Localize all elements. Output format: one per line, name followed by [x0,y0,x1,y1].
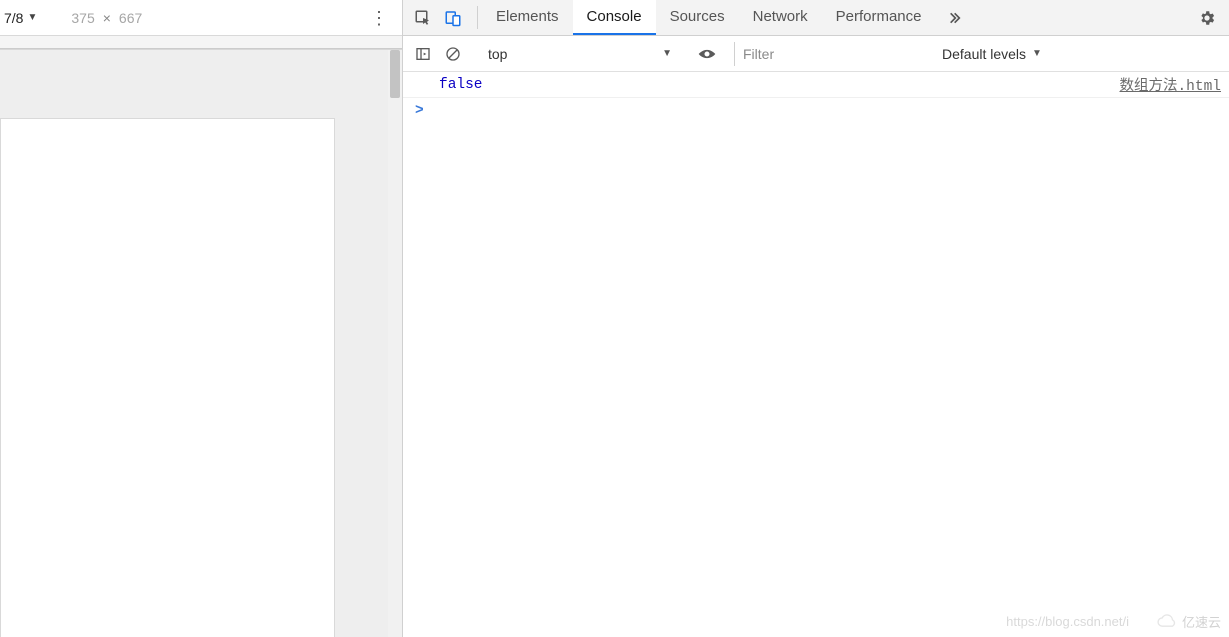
device-width[interactable]: 375 [71,10,94,26]
console-filter-input[interactable] [734,42,934,66]
device-name: 7/8 [4,10,23,26]
live-expression-icon[interactable] [693,40,721,68]
console-sidebar-toggle-icon[interactable] [409,40,437,68]
tab-sources[interactable]: Sources [656,0,739,35]
ruler-horizontal [0,36,402,50]
divider [477,6,478,29]
device-select[interactable]: 7/8 ▼ [0,10,37,26]
context-label: top [488,46,507,62]
viewport-scrollbar[interactable] [388,50,402,637]
inspect-element-icon[interactable] [409,4,437,32]
log-levels-select[interactable]: Default levels ▼ [942,46,1042,62]
device-pane: 7/8 ▼ 375 × 667 ⋮ [0,0,403,637]
watermark-logo: 亿速云 [1156,612,1221,631]
device-height[interactable]: 667 [119,10,142,26]
log-levels-label: Default levels [942,46,1026,62]
device-toolbar: 7/8 ▼ 375 × 667 ⋮ [0,0,402,36]
device-viewport [0,36,402,637]
chevron-down-icon: ▼ [27,12,37,23]
console-output: false 数组方法.html > https://blog.csdn.net/… [403,72,1229,637]
console-toolbar: top ▼ Default levels ▼ [403,36,1229,72]
console-log-value: false [439,77,483,93]
execution-context-select[interactable]: top ▼ [480,41,680,67]
console-input[interactable] [434,103,1221,119]
watermark-text: https://blog.csdn.net/i [1006,614,1129,629]
watermark-brand: 亿速云 [1182,612,1221,631]
tab-network[interactable]: Network [739,0,822,35]
console-log-row[interactable]: false 数组方法.html [403,72,1229,98]
dimension-separator: × [103,10,111,26]
rendered-page-frame[interactable] [0,118,335,637]
console-log-source-link[interactable]: 数组方法.html [1119,74,1221,95]
devtools-tabs-bar: Elements Console Sources Network Perform… [403,0,1229,36]
tab-performance[interactable]: Performance [822,0,936,35]
chevron-down-icon: ▼ [662,48,672,59]
devtools-panel: Elements Console Sources Network Perform… [403,0,1229,637]
chevron-down-icon: ▼ [1032,48,1042,59]
clear-console-icon[interactable] [439,40,467,68]
console-prompt-row[interactable]: > [403,98,1229,124]
tab-elements[interactable]: Elements [482,0,573,35]
toggle-device-toolbar-icon[interactable] [439,4,467,32]
prompt-caret-icon: > [415,103,424,119]
scrollbar-thumb[interactable] [390,50,400,98]
tab-list: Elements Console Sources Network Perform… [482,0,972,35]
more-options-icon[interactable]: ⋮ [360,9,398,27]
settings-icon[interactable] [1193,4,1221,32]
device-dimensions: 375 × 667 [71,10,142,26]
more-tabs-icon[interactable] [936,0,972,35]
tab-console[interactable]: Console [573,0,656,35]
